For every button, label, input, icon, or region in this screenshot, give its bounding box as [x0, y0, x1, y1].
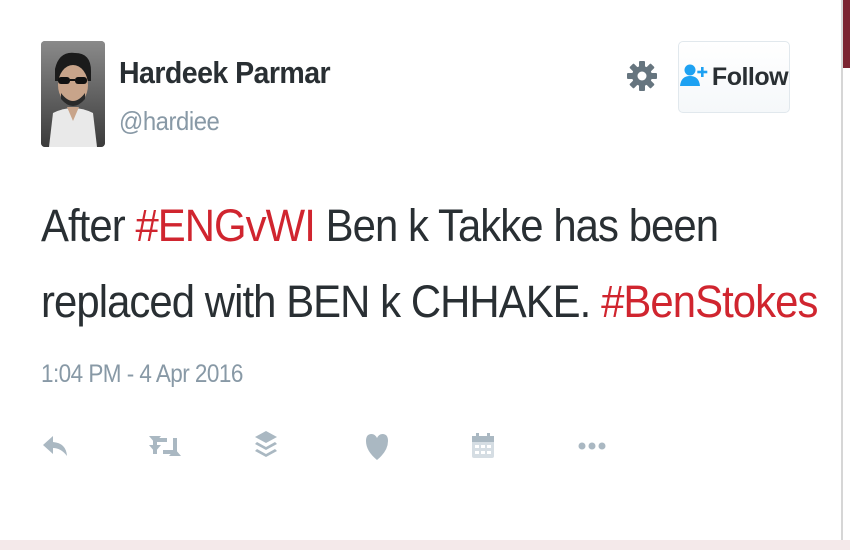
- like-icon[interactable]: [362, 430, 392, 462]
- gear-icon[interactable]: [626, 60, 658, 92]
- follow-button[interactable]: Follow: [678, 41, 790, 113]
- avatar[interactable]: [41, 41, 105, 147]
- tweet-text-line-2: replaced with BEN k CHHAKE. #BenStokes: [41, 264, 818, 340]
- calendar-icon[interactable]: [470, 430, 496, 462]
- bottom-strip: [0, 540, 850, 550]
- window-edge-strip: [843, 0, 850, 550]
- reply-icon[interactable]: [40, 430, 70, 462]
- buffer-icon[interactable]: [252, 430, 280, 462]
- tweet-text-segment: After: [41, 200, 136, 251]
- tweet-timestamp[interactable]: 1:04 PM - 4 Apr 2016: [41, 360, 243, 389]
- tweet-text-segment: Ben k Takke has been: [314, 200, 719, 251]
- retweet-icon[interactable]: [148, 430, 182, 462]
- tweet-text-segment: replaced with BEN k CHHAKE.: [41, 276, 602, 327]
- user-handle[interactable]: @hardiee: [119, 106, 220, 137]
- window-edge-accent: [843, 0, 850, 68]
- display-name[interactable]: Hardeek Parmar: [119, 55, 331, 91]
- tweet-text: After #ENGvWI Ben k Takke has been repla…: [41, 188, 818, 340]
- tweet-text-line-1: After #ENGvWI Ben k Takke has been: [41, 188, 748, 264]
- hashtag-link[interactable]: #ENGvWI: [135, 200, 315, 251]
- more-icon[interactable]: [577, 430, 607, 462]
- add-user-icon: [679, 63, 708, 92]
- follow-label: Follow: [711, 62, 789, 91]
- avatar-photo: [41, 41, 105, 147]
- hashtag-link[interactable]: #BenStokes: [601, 276, 818, 327]
